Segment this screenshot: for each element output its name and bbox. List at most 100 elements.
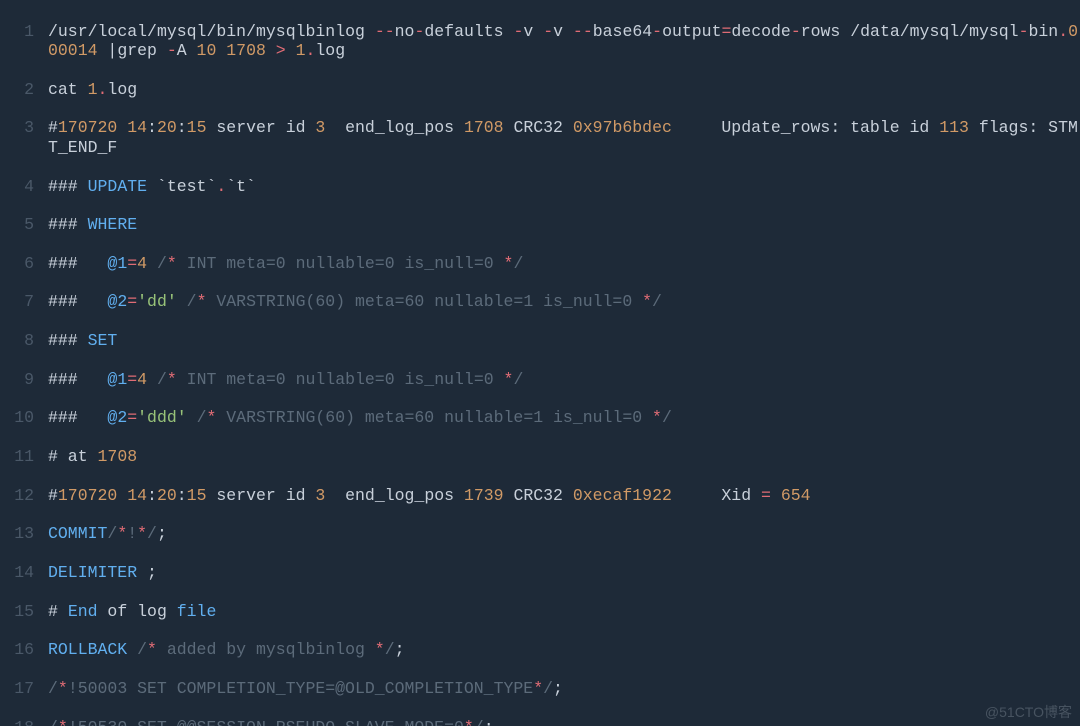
code-line[interactable]: 8### SET — [0, 322, 1080, 361]
token: / — [197, 408, 207, 427]
code-line[interactable]: 13COMMIT/*!*/; — [0, 515, 1080, 554]
code-content[interactable]: /*!50530 SET @@SESSION.PSEUDO_SLAVE_MODE… — [48, 718, 1080, 726]
token: - — [1019, 22, 1029, 41]
token: . — [98, 80, 108, 99]
line-number: 12 — [0, 486, 48, 505]
token: > — [276, 41, 286, 60]
token: = — [127, 370, 137, 389]
code-line[interactable]: 9### @1=4 /* INT meta=0 nullable=0 is_nu… — [0, 360, 1080, 399]
code-line[interactable]: 1/usr/local/mysql/bin/mysqlbinlog --no-d… — [0, 12, 1080, 70]
token: @1 — [107, 370, 127, 389]
token: INT meta=0 nullable=0 is_null=0 — [177, 254, 504, 273]
token: : — [147, 486, 157, 505]
code-line[interactable]: 18/*!50530 SET @@SESSION.PSEUDO_SLAVE_MO… — [0, 708, 1080, 726]
token: mysql — [157, 22, 207, 41]
code-line[interactable]: 3#170720 14:20:15 server id 3 end_log_po… — [0, 109, 1080, 167]
token: of log — [98, 602, 177, 621]
token: 0xecaf1922 — [573, 486, 672, 505]
code-content[interactable]: ### UPDATE `test`.`t` — [48, 177, 1080, 196]
code-content[interactable]: cat 1.log — [48, 80, 1080, 99]
token: no — [395, 22, 415, 41]
token: CRC32 — [504, 118, 573, 137]
token: ### — [48, 408, 107, 427]
code-line[interactable]: 14DELIMITER ; — [0, 553, 1080, 592]
token: 10 — [197, 41, 217, 60]
token: 654 — [781, 486, 811, 505]
token — [117, 118, 127, 137]
token: / — [652, 292, 662, 311]
token: 113 — [939, 118, 969, 137]
token: / — [206, 22, 216, 41]
token: * — [504, 254, 514, 273]
code-line[interactable]: 12#170720 14:20:15 server id 3 end_log_p… — [0, 476, 1080, 515]
token: : — [177, 118, 187, 137]
token: = — [127, 408, 137, 427]
token: * — [197, 292, 207, 311]
token: - — [652, 22, 662, 41]
code-line[interactable]: 6### @1=4 /* INT meta=0 nullable=0 is_nu… — [0, 244, 1080, 283]
line-number: 7 — [0, 292, 48, 311]
code-line[interactable]: 15# End of log file — [0, 592, 1080, 631]
token: * — [375, 640, 385, 659]
code-content[interactable]: #170720 14:20:15 server id 3 end_log_pos… — [48, 486, 1080, 505]
code-content[interactable]: ### SET — [48, 331, 1080, 350]
token: = — [721, 22, 731, 41]
token: 170720 — [58, 118, 117, 137]
token: bin — [216, 22, 246, 41]
code-content[interactable]: DELIMITER ; — [48, 563, 1080, 582]
token: * — [642, 292, 652, 311]
line-number: 14 — [0, 563, 48, 582]
token: bin — [1029, 22, 1059, 41]
code-content[interactable]: ### @1=4 /* INT meta=0 nullable=0 is_nul… — [48, 370, 1080, 389]
code-content[interactable]: # at 1708 — [48, 447, 1080, 466]
token: 20 — [157, 486, 177, 505]
code-content[interactable]: ROLLBACK /* added by mysqlbinlog */; — [48, 640, 1080, 659]
line-number: 8 — [0, 331, 48, 350]
code-content[interactable]: ### WHERE — [48, 215, 1080, 234]
token: 14 — [127, 118, 147, 137]
token: VARSTRING(60) meta=60 nullable=1 is_null… — [216, 408, 652, 427]
token: INT meta=0 nullable=0 is_null=0 — [177, 370, 504, 389]
token: 1 — [296, 41, 306, 60]
code-line[interactable]: 16ROLLBACK /* added by mysqlbinlog */; — [0, 631, 1080, 670]
code-line[interactable]: 4### UPDATE `test`.`t` — [0, 167, 1080, 206]
code-content[interactable]: ### @2='ddd' /* VARSTRING(60) meta=60 nu… — [48, 408, 1080, 427]
token: 15 — [187, 118, 207, 137]
code-content[interactable]: COMMIT/*!*/; — [48, 524, 1080, 543]
token: - — [543, 22, 553, 41]
token: server id — [206, 486, 315, 505]
code-line[interactable]: 11# at 1708 — [0, 438, 1080, 477]
code-line[interactable]: 7### @2='dd' /* VARSTRING(60) meta=60 nu… — [0, 283, 1080, 322]
token: 20 — [157, 118, 177, 137]
line-number: 5 — [0, 215, 48, 234]
code-content[interactable]: #170720 14:20:15 server id 3 end_log_pos… — [48, 118, 1080, 157]
token: * — [167, 254, 177, 273]
code-line[interactable]: 17/*!50003 SET COMPLETION_TYPE=@OLD_COMP… — [0, 669, 1080, 708]
token: End — [68, 602, 98, 621]
token: `test` — [147, 177, 216, 196]
token: 4 — [137, 254, 147, 273]
code-content[interactable]: ### @1=4 /* INT meta=0 nullable=0 is_nul… — [48, 254, 1080, 273]
token: local — [98, 22, 148, 41]
code-line[interactable]: 2cat 1.log — [0, 70, 1080, 109]
code-content[interactable]: ### @2='dd' /* VARSTRING(60) meta=60 nul… — [48, 292, 1080, 311]
code-content[interactable]: # End of log file — [48, 602, 1080, 621]
token: ### — [48, 331, 88, 350]
token: ; — [395, 640, 405, 659]
token: log — [107, 80, 137, 99]
token: 0x97b6bdec — [573, 118, 672, 137]
code-content[interactable]: /usr/local/mysql/bin/mysqlbinlog --no-de… — [48, 22, 1080, 61]
code-content[interactable]: /*!50003 SET COMPLETION_TYPE=@OLD_COMPLE… — [48, 679, 1080, 698]
token: ; — [553, 679, 563, 698]
line-number: 9 — [0, 370, 48, 389]
token: # — [48, 486, 58, 505]
token: log — [315, 41, 345, 60]
line-number: 4 — [0, 177, 48, 196]
token: . — [1058, 22, 1068, 41]
code-editor[interactable]: 1/usr/local/mysql/bin/mysqlbinlog --no-d… — [0, 0, 1080, 726]
token: @1 — [107, 254, 127, 273]
code-line[interactable]: 5### WHERE — [0, 206, 1080, 245]
line-number: 18 — [0, 718, 48, 726]
code-line[interactable]: 10### @2='ddd' /* VARSTRING(60) meta=60 … — [0, 399, 1080, 438]
token: -- — [573, 22, 593, 41]
